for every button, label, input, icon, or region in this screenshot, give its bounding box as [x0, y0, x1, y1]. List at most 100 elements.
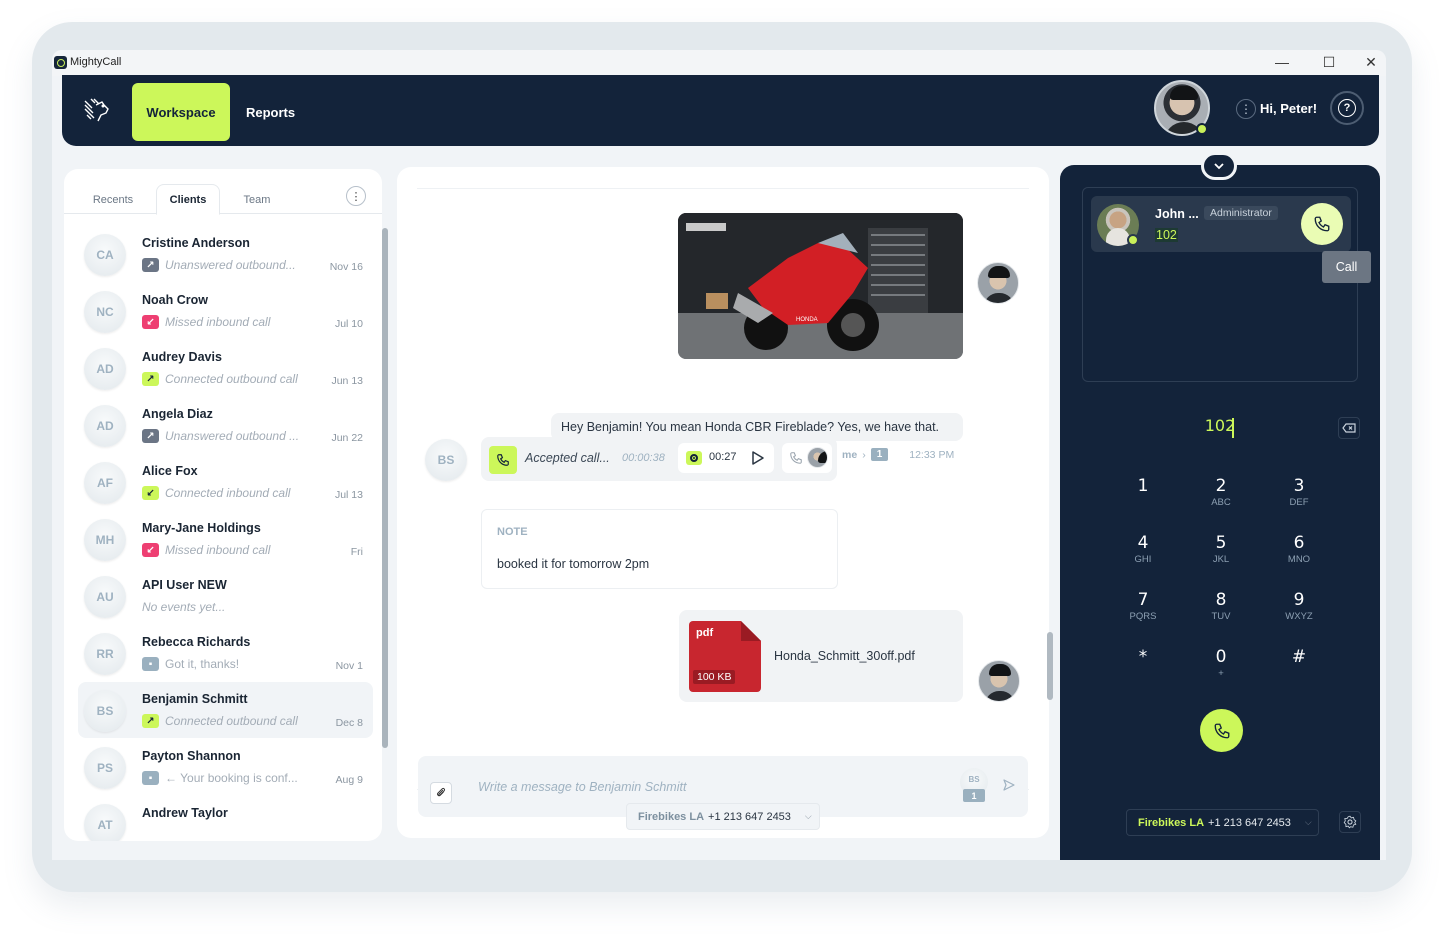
contact-last-event: ↗ Unanswered outbound ...	[142, 429, 299, 443]
key-letters: PQRS	[1129, 611, 1157, 622]
contact-list-item[interactable]: MH Mary-Jane Holdings ↙ Missed inbound call…	[78, 511, 373, 567]
contact-list-item[interactable]: CA Cristine Anderson ↗ Unanswered outbound.…	[78, 226, 373, 282]
contacts-more-icon[interactable]: ⋮	[346, 186, 366, 206]
event-date: Dec 8	[335, 717, 363, 729]
dial-key[interactable]: 6 MNO	[1269, 533, 1329, 577]
dial-key[interactable]: 3 DEF	[1269, 476, 1329, 520]
file-size: 100 KB	[693, 670, 736, 684]
tab-clients[interactable]: Clients	[156, 184, 220, 215]
agent-role-badge: Administrator	[1204, 206, 1278, 220]
event-date: Nov 16	[329, 261, 363, 273]
contact-avatar: RR	[84, 633, 126, 675]
message-icon: ▪	[142, 771, 159, 785]
contact-last-event: No events yet...	[142, 600, 225, 614]
message-meta: me › 1 12:33 PM	[842, 448, 954, 461]
play-icon[interactable]	[750, 449, 766, 467]
dialer-line-select[interactable]: Firebikes LA +1 213 647 2453 ⌵	[1126, 809, 1319, 836]
dial-number-input[interactable]	[1170, 416, 1270, 435]
phone-icon	[1314, 216, 1330, 232]
contact-list-item[interactable]: BS Benjamin Schmitt ↗ Connected outbound ca…	[78, 682, 373, 738]
key-letters: JKL	[1212, 554, 1230, 565]
contact-avatar: MH	[84, 519, 126, 561]
more-options-icon[interactable]: ⋮	[1236, 99, 1256, 119]
phone-outline-icon	[790, 452, 802, 464]
agent-search-results: John ... Administrator 102	[1082, 187, 1358, 382]
contact-list-item[interactable]: AU API User NEW No events yet...	[78, 568, 373, 624]
reports-tab[interactable]: Reports	[232, 83, 309, 141]
dial-key[interactable]: 7 PQRS	[1113, 590, 1173, 634]
contact-list-item[interactable]: AD Audrey Davis ↗ Connected outbound call Ju…	[78, 340, 373, 396]
contact-avatar: AD	[84, 348, 126, 390]
event-date: Nov 1	[335, 660, 363, 672]
event-date: Aug 9	[335, 774, 363, 786]
phone-icon	[489, 446, 517, 474]
dial-key[interactable]: *	[1113, 647, 1173, 691]
event-date: Jul 10	[334, 318, 363, 330]
note-title: NOTE	[497, 526, 528, 538]
maximize-button[interactable]: ☐	[1314, 52, 1344, 72]
contact-name: Cristine Anderson	[142, 236, 250, 250]
workspace-tab[interactable]: Workspace	[132, 83, 230, 141]
event-date: Jun 13	[331, 375, 363, 387]
contact-list-item[interactable]: AF Alice Fox ↙ Connected inbound call Jul 13	[78, 454, 373, 510]
close-button[interactable]: ✕	[1356, 52, 1386, 72]
help-button[interactable]: ?	[1330, 91, 1364, 125]
contact-avatar: AD	[84, 405, 126, 447]
contact-name: Rebecca Richards	[142, 635, 251, 649]
contact-list-item[interactable]: AT Andrew Taylor	[78, 796, 373, 841]
message-input[interactable]	[478, 776, 938, 798]
file-attachment[interactable]: pdf 100 KB Honda_Schmitt_30off.pdf	[679, 610, 963, 702]
app-window: MightyCall — ☐ ✕ Workspace Reports ⋮ Hi,…	[52, 50, 1386, 860]
file-type: pdf	[696, 627, 714, 639]
line-name: Firebikes LA	[638, 810, 705, 823]
collapse-dialer-button[interactable]	[1201, 152, 1237, 180]
dial-key[interactable]: 9 WXYZ	[1269, 590, 1329, 634]
dial-key[interactable]: 2 ABC	[1191, 476, 1251, 520]
contact-list-item[interactable]: RR Rebecca Richards ▪ Got it, thanks! Nov 1	[78, 625, 373, 681]
contact-avatar: AT	[84, 804, 126, 841]
dial-key[interactable]: 8 TUV	[1191, 590, 1251, 634]
key-letters: +	[1218, 668, 1224, 679]
tab-recents[interactable]: Recents	[78, 184, 148, 215]
dial-key[interactable]: 5 JKL	[1191, 533, 1251, 577]
contact-list-item[interactable]: AD Angela Diaz ↗ Unanswered outbound ... Jun…	[78, 397, 373, 453]
message-count-badge: 1	[870, 448, 889, 461]
key-letters: WXYZ	[1285, 611, 1313, 622]
agent-card[interactable]: John ... Administrator 102	[1091, 196, 1351, 252]
backspace-button[interactable]	[1338, 417, 1360, 439]
contacts-scrollbar[interactable]	[382, 228, 388, 748]
chevron-down-icon	[1214, 163, 1224, 170]
chat-line-select[interactable]: Firebikes LA +1 213 647 2453 ⌵	[626, 803, 820, 830]
key-digit: 1	[1137, 476, 1149, 496]
sender-avatar	[978, 660, 1020, 702]
dial-key[interactable]: 0 +	[1191, 647, 1251, 691]
dialer-settings-button[interactable]	[1339, 811, 1361, 833]
pdf-fold	[741, 621, 761, 641]
minimize-button[interactable]: —	[1267, 52, 1297, 72]
chat-scrollbar[interactable]	[1047, 632, 1053, 700]
help-icon: ?	[1338, 99, 1356, 117]
motorcycle-image[interactable]: HONDA	[678, 213, 963, 359]
contact-last-event: ↙ Missed inbound call	[142, 543, 270, 557]
key-digit: 2	[1215, 476, 1227, 496]
dial-call-button[interactable]	[1200, 709, 1243, 752]
brand-logo-icon[interactable]	[82, 95, 112, 125]
tab-team[interactable]: Team	[224, 184, 290, 215]
line-number: +1 213 647 2453	[708, 810, 791, 823]
dial-key[interactable]: 1	[1113, 476, 1173, 520]
contact-list-item[interactable]: PS Payton Shannon ▪ ← Your booking is conf.…	[78, 739, 373, 795]
call-direction-icon: ↗	[142, 372, 159, 386]
call-agent	[782, 443, 832, 473]
call-tooltip: Call	[1322, 251, 1371, 283]
send-icon[interactable]	[1002, 778, 1016, 792]
agent-call-button[interactable]	[1301, 203, 1343, 245]
motorcycle-photo-icon: HONDA	[678, 213, 963, 359]
recipient-chip[interactable]: BS 1	[960, 768, 988, 804]
text-caret	[1232, 418, 1234, 438]
attach-button[interactable]	[430, 782, 452, 804]
dial-key[interactable]: #	[1269, 647, 1329, 691]
contact-last-event: ↗ Unanswered outbound...	[142, 258, 296, 272]
contact-list-item[interactable]: NC Noah Crow ↙ Missed inbound call Jul 10	[78, 283, 373, 339]
key-digit: 7	[1137, 590, 1149, 610]
dial-key[interactable]: 4 GHI	[1113, 533, 1173, 577]
